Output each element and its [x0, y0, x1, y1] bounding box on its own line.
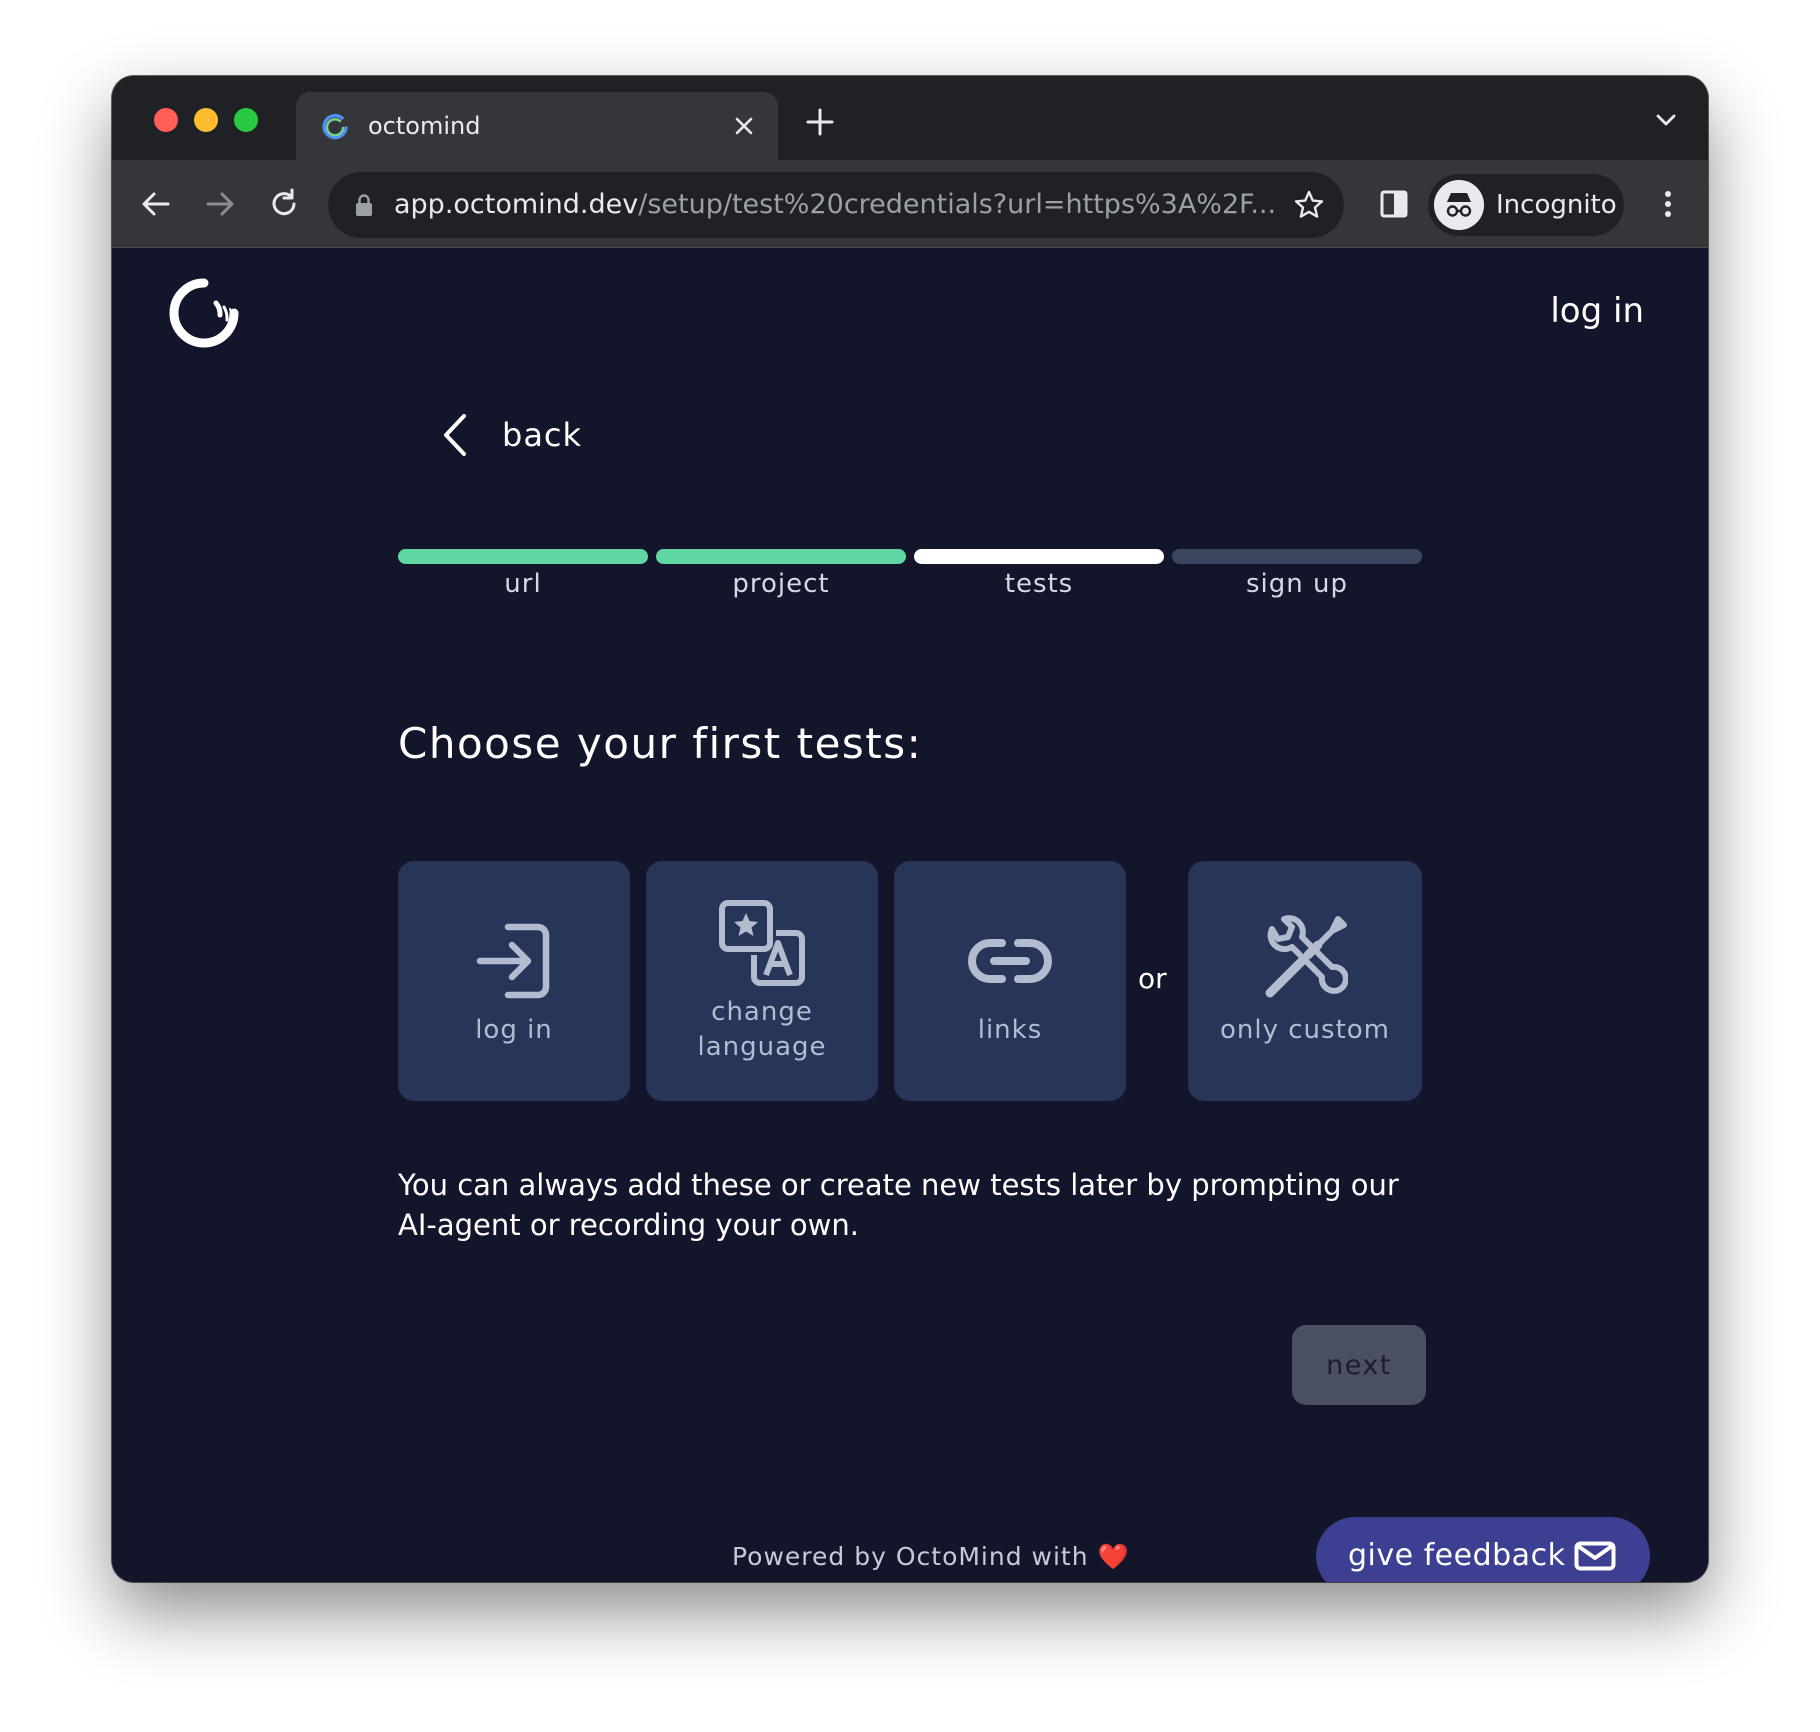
header-login-link[interactable]: log in: [1550, 289, 1644, 333]
page-content: log in back url project tests sign up Ch…: [112, 249, 1708, 1582]
browser-tab[interactable]: octomind: [296, 92, 778, 160]
test-option-label: log in: [475, 1015, 553, 1045]
step-project: project: [656, 549, 906, 600]
arrow-left-icon[interactable]: [136, 184, 176, 224]
url-host: app.octomind.dev: [394, 189, 639, 220]
step-bar: [398, 549, 648, 564]
powered-by-text: Powered by OctoMind with: [732, 1542, 1089, 1571]
give-feedback-button[interactable]: give feedback: [1316, 1517, 1650, 1582]
powered-by-footer: Powered by OctoMind with ❤️: [732, 1540, 1130, 1574]
close-icon[interactable]: [728, 110, 760, 142]
test-option-log-in[interactable]: log in: [398, 861, 630, 1101]
test-option-label: only custom: [1219, 1015, 1390, 1045]
browser-window: octomind app.octomind.dev/setup/test%20c…: [112, 76, 1708, 1582]
test-option-links[interactable]: links: [894, 861, 1126, 1101]
chevron-left-icon: [444, 414, 466, 456]
browser-toolbar: app.octomind.dev/setup/test%20credential…: [112, 160, 1708, 248]
step-label: url: [504, 569, 542, 599]
test-option-label: links: [977, 1015, 1043, 1045]
step-tests: tests: [914, 549, 1164, 600]
side-panel-icon[interactable]: [1374, 184, 1414, 224]
minimize-window-button[interactable]: [194, 108, 218, 132]
close-window-button[interactable]: [154, 108, 178, 132]
more-vert-icon[interactable]: [1648, 184, 1688, 224]
translate-icon: [719, 900, 805, 986]
next-button[interactable]: next: [1292, 1325, 1426, 1405]
chevron-down-icon[interactable]: [1652, 106, 1680, 134]
step-label: project: [732, 569, 830, 599]
octomind-logo-icon[interactable]: [164, 273, 244, 353]
incognito-label: Incognito: [1496, 190, 1617, 220]
link-icon: [968, 939, 1052, 983]
step-bar: [1172, 549, 1422, 564]
reload-icon[interactable]: [264, 184, 304, 224]
step-label: tests: [1004, 569, 1074, 599]
url-path: /setup/test%20credentials?url=https%3A%2…: [638, 189, 1274, 220]
incognito-profile-chip[interactable]: Incognito: [1428, 174, 1624, 236]
tools-icon: [1265, 915, 1348, 998]
step-url: url: [398, 549, 648, 600]
test-option-label-line1: change: [711, 997, 813, 1027]
heart-icon: ❤️: [1097, 1542, 1130, 1571]
plus-icon[interactable]: [802, 104, 838, 140]
tab-title: octomind: [368, 112, 481, 140]
test-option-label-line2: language: [697, 1032, 827, 1062]
step-bar: [914, 549, 1164, 564]
progress-steps: url project tests sign up: [398, 549, 1428, 609]
login-icon: [476, 923, 550, 999]
step-label: sign up: [1246, 569, 1348, 599]
give-feedback-label: give feedback: [1348, 1538, 1566, 1573]
incognito-icon: [1434, 180, 1484, 230]
page-title: Choose your first tests:: [398, 719, 923, 768]
octomind-favicon-icon: [322, 113, 348, 140]
step-bar: [656, 549, 906, 564]
tab-strip: octomind: [112, 76, 1708, 160]
address-bar[interactable]: app.octomind.dev/setup/test%20credential…: [328, 172, 1344, 238]
bookmark-star-icon[interactable]: [1292, 188, 1326, 222]
lock-icon[interactable]: [352, 192, 376, 218]
back-button[interactable]: back: [438, 407, 582, 463]
info-text: You can always add these or create new t…: [398, 1168, 1399, 1242]
arrow-right-icon[interactable]: [200, 184, 240, 224]
mail-icon: [1574, 1541, 1616, 1571]
zoom-window-button[interactable]: [234, 108, 258, 132]
back-label: back: [502, 416, 583, 454]
or-separator: or: [1138, 962, 1167, 995]
test-option-only-custom[interactable]: only custom: [1188, 861, 1422, 1101]
test-option-change-language[interactable]: change language: [646, 861, 878, 1101]
url-text[interactable]: app.octomind.dev/setup/test%20credential…: [394, 188, 1274, 222]
step-sign-up: sign up: [1172, 549, 1422, 600]
